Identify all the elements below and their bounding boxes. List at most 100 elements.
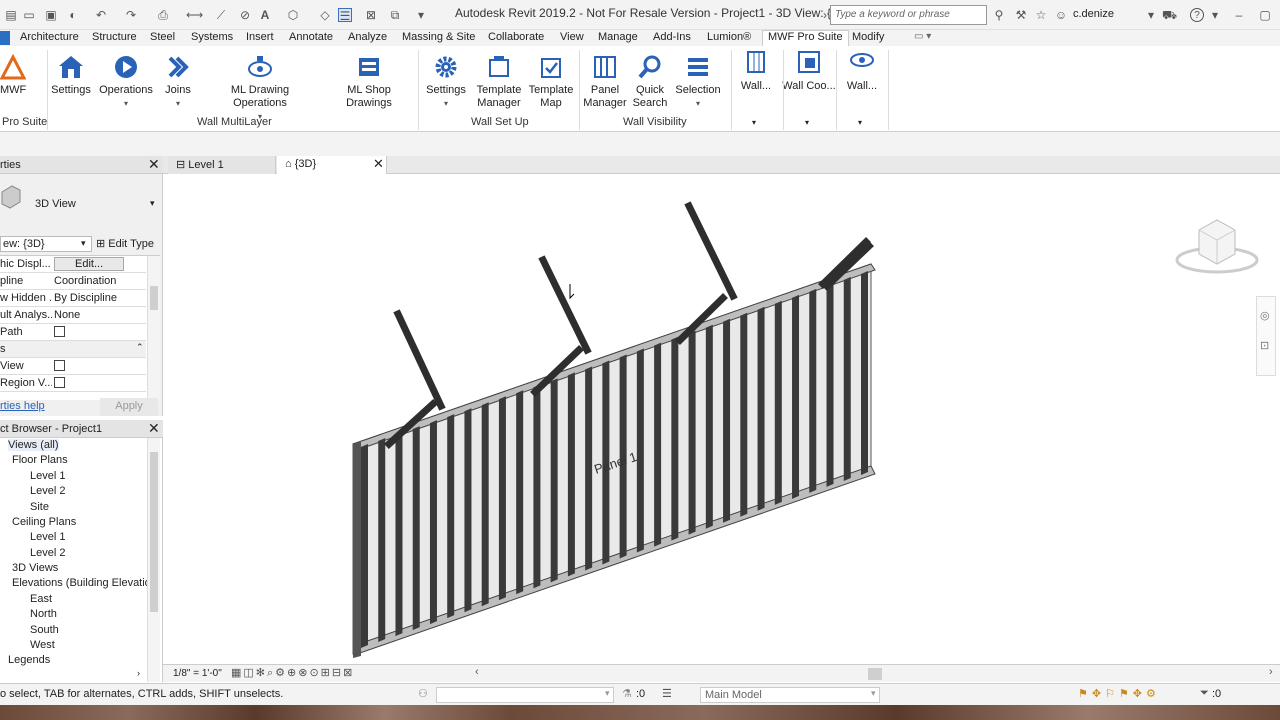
tab-manage[interactable]: Manage bbox=[598, 31, 638, 43]
folder-icon[interactable]: ▭ bbox=[22, 8, 36, 22]
tree-node-north[interactable]: North bbox=[30, 608, 57, 620]
tree-node-level-2[interactable]: Level 2 bbox=[30, 485, 65, 497]
ml-operations-button[interactable]: Operations ▾ bbox=[98, 54, 154, 110]
analysis-display-value[interactable]: None bbox=[54, 309, 80, 321]
user-dropdown-icon[interactable]: ▾ bbox=[1144, 8, 1158, 22]
wall-extra-1-dropdown-icon[interactable]: ▾ bbox=[752, 118, 756, 127]
wall-extra-3-button[interactable]: Wall... bbox=[842, 50, 882, 93]
selection-toggle-icons[interactable]: ⚑✥⚐⚑✥⚙ bbox=[1078, 687, 1160, 700]
selection-button[interactable]: Selection ▾ bbox=[674, 54, 722, 110]
tab-architecture[interactable]: Architecture bbox=[20, 31, 79, 43]
subscription-icon[interactable]: ⚒ bbox=[1014, 8, 1028, 22]
wall-stud[interactable] bbox=[498, 396, 506, 601]
type-dropdown-icon[interactable]: ▾ bbox=[150, 198, 155, 209]
text-icon[interactable]: A bbox=[258, 8, 272, 22]
help-dropdown-icon[interactable]: ▾ bbox=[1208, 8, 1222, 22]
zoom-icon[interactable]: ⊡ bbox=[1260, 339, 1269, 352]
edit-type-button[interactable]: ⊞ Edit Type bbox=[96, 237, 154, 250]
tree-node-floor-plans[interactable]: Floor Plans bbox=[12, 454, 68, 466]
thin-lines-icon[interactable]: ☰ bbox=[338, 8, 352, 23]
workset-select[interactable]: ▾ bbox=[436, 687, 614, 703]
prop-section-header[interactable]: s ⌃ bbox=[0, 341, 146, 358]
ml-drawing-operations-button[interactable]: ML Drawing Operations ▾ bbox=[204, 54, 316, 123]
tab-lumion[interactable]: Lumion® bbox=[707, 31, 751, 43]
tree-node-west[interactable]: West bbox=[30, 639, 55, 651]
tab-mwf-pro-suite[interactable]: MWF Pro Suite bbox=[762, 30, 849, 46]
crop-view-checkbox[interactable] bbox=[54, 360, 65, 374]
ml-joins-button[interactable]: Joins ▾ bbox=[160, 54, 196, 110]
tab-steel[interactable]: Steel bbox=[150, 31, 175, 43]
wall-stud[interactable] bbox=[464, 408, 472, 613]
dimension-icon[interactable]: ⟋ bbox=[214, 8, 228, 22]
design-option-select[interactable]: Main Model ▾ bbox=[700, 687, 880, 703]
tab-view[interactable]: View bbox=[560, 31, 584, 43]
ml-shop-drawings-button[interactable]: ML Shop Drawings bbox=[324, 54, 414, 110]
wall-stud[interactable] bbox=[861, 271, 868, 475]
measure-icon[interactable]: ⟷ bbox=[186, 8, 203, 22]
view-control-icons[interactable]: ▦◫✻⌕⚙⊕⊗⊙⊞⊟⊠ bbox=[231, 666, 354, 680]
wall-stud[interactable] bbox=[809, 288, 817, 493]
type-selector[interactable]: 3D View bbox=[35, 198, 76, 210]
tree-node-ceiling-level-2[interactable]: Level 2 bbox=[30, 547, 65, 559]
scroll-thumb[interactable] bbox=[150, 286, 158, 310]
ml-settings-button[interactable]: Settings bbox=[50, 54, 92, 97]
crop-region-visible-checkbox[interactable] bbox=[54, 377, 65, 391]
close-icon[interactable]: ✕ bbox=[148, 156, 160, 173]
open-icon[interactable]: ▤ bbox=[4, 8, 18, 22]
setup-settings-button[interactable]: Settings ▾ bbox=[426, 54, 466, 110]
wall-stud[interactable] bbox=[826, 282, 834, 487]
apply-button[interactable]: Apply bbox=[100, 398, 158, 416]
user-icon[interactable]: ☺ bbox=[1054, 8, 1068, 22]
tree-node-site[interactable]: Site bbox=[30, 501, 49, 513]
view-instance-select[interactable]: ew: {3D} ▾ bbox=[0, 236, 92, 252]
wall-stud[interactable] bbox=[429, 420, 437, 625]
tab-modify[interactable]: Modify bbox=[852, 31, 884, 43]
wall-stud[interactable] bbox=[792, 294, 800, 499]
tab-annotate[interactable]: Annotate bbox=[289, 31, 333, 43]
design-options-icon[interactable]: ⚗ bbox=[622, 687, 632, 700]
joins-dropdown-icon[interactable]: ▾ bbox=[160, 97, 196, 110]
scroll-thumb[interactable] bbox=[150, 452, 158, 612]
wall-stud[interactable] bbox=[654, 342, 662, 547]
wall-coordination-dropdown-icon[interactable]: ▾ bbox=[805, 118, 809, 127]
redo-icon[interactable]: ↷ bbox=[124, 8, 138, 22]
mwf-button[interactable]: MWF bbox=[0, 54, 26, 97]
wall-stud[interactable] bbox=[636, 348, 644, 553]
properties-help-link[interactable]: rties help bbox=[0, 400, 45, 412]
restore-icon[interactable]: ▢ bbox=[1258, 8, 1272, 22]
template-manager-button[interactable]: Template Manager bbox=[474, 54, 524, 110]
search-input[interactable]: Type a keyword or phrase bbox=[830, 5, 987, 25]
wall-stud[interactable] bbox=[705, 324, 713, 529]
wall-stud[interactable] bbox=[567, 372, 575, 577]
scroll-right-icon[interactable]: › bbox=[137, 668, 140, 678]
scroll-left-icon[interactable]: ‹ bbox=[475, 666, 479, 678]
properties-scrollbar[interactable] bbox=[147, 256, 160, 401]
wall-stud[interactable] bbox=[740, 312, 748, 517]
wall-stud[interactable] bbox=[585, 366, 593, 571]
show-hidden-lines-value[interactable]: By Discipline bbox=[54, 292, 117, 304]
3d-viewport[interactable]: Panel 1 ◎ ⊡ bbox=[163, 174, 1280, 664]
design-option-icon[interactable]: ☰ bbox=[662, 687, 672, 700]
wall-stud[interactable] bbox=[412, 426, 420, 631]
panel-toggle-icon[interactable]: ▭ ▾ bbox=[914, 31, 931, 42]
wall-coordination-button[interactable]: Wall Coo... bbox=[782, 50, 836, 93]
tab-collaborate[interactable]: Collaborate bbox=[488, 31, 544, 43]
wall-extra-1-button[interactable]: Wall... bbox=[736, 50, 776, 93]
wall-extra-3-dropdown-icon[interactable]: ▾ bbox=[858, 118, 862, 127]
sync-icon[interactable]: ◐ bbox=[66, 8, 80, 22]
wall-stud[interactable] bbox=[516, 390, 524, 595]
quick-search-button[interactable]: Quick Search bbox=[630, 54, 670, 110]
selection-dropdown-icon[interactable]: ▾ bbox=[674, 97, 722, 110]
customize-qat-icon[interactable]: ▾ bbox=[414, 8, 428, 22]
tab-level-1[interactable]: ⊟ Level 1 bbox=[168, 156, 276, 174]
tab-systems[interactable]: Systems bbox=[191, 31, 233, 43]
tab-massing-site[interactable]: Massing & Site bbox=[402, 31, 475, 43]
browser-scrollbar[interactable] bbox=[147, 438, 160, 682]
wall-model-drawing[interactable]: Panel 1 bbox=[163, 174, 1280, 664]
wall-stud[interactable] bbox=[843, 276, 851, 481]
tree-node-views-all[interactable]: Views (all) bbox=[8, 439, 59, 451]
file-tab[interactable] bbox=[0, 31, 10, 45]
binoculars-icon[interactable]: ⚲ bbox=[992, 8, 1006, 22]
favorites-icon[interactable]: ☆ bbox=[1034, 8, 1048, 22]
wall-stud[interactable] bbox=[774, 300, 782, 505]
